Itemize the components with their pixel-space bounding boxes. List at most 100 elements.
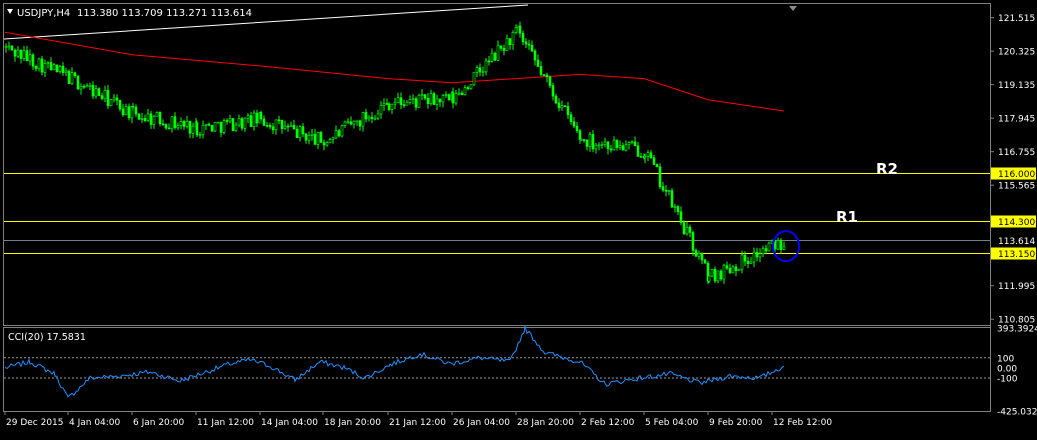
candle-body: [417, 95, 421, 108]
candle-body: [755, 251, 759, 258]
candle-body: [334, 130, 338, 139]
candle-body: [463, 87, 467, 96]
time-tick-label: 29 Dec 2015: [6, 418, 64, 428]
candle-body: [643, 156, 647, 158]
time-tick-label: 26 Jan 04:00: [453, 418, 510, 428]
candle-body: [782, 246, 786, 250]
price-tick-label: 117.945: [998, 115, 1035, 125]
candle-body: [210, 125, 214, 132]
time-tick-label: 28 Jan 20:00: [517, 418, 574, 428]
candle-body: [143, 118, 147, 121]
candle-body: [228, 118, 232, 122]
candle-body: [97, 88, 101, 96]
cci-label: CCI(20) 17.5831: [8, 332, 86, 343]
candle-body: [289, 124, 293, 127]
candle-body: [76, 75, 80, 90]
candle-body: [472, 71, 476, 86]
candle-body: [636, 145, 640, 157]
candle-body: [134, 106, 138, 115]
r1-label: R1: [836, 208, 858, 226]
candle-body: [364, 112, 368, 120]
candle-body: [591, 134, 595, 150]
candle-body: [322, 142, 326, 146]
candle-body: [475, 67, 479, 73]
candle-body: [679, 211, 683, 223]
symbol-label: USDJPY,H4: [17, 8, 70, 19]
candle-body: [337, 130, 341, 137]
candle-body: [630, 141, 634, 144]
candle-body: [316, 132, 320, 145]
candle-body: [758, 253, 762, 258]
time-tick-label: 4 Jan 04:00: [69, 418, 121, 428]
candle-body: [185, 120, 189, 127]
candle-body: [58, 65, 62, 73]
candle-body: [627, 142, 631, 146]
time-tick-label: 18 Jan 20:00: [324, 418, 381, 428]
candle-body: [457, 92, 461, 95]
candle-body: [222, 120, 226, 133]
candle-body: [579, 139, 583, 141]
candle-body: [325, 142, 329, 146]
candle-body: [310, 133, 314, 136]
candle-body: [103, 89, 107, 100]
candle-body: [454, 93, 458, 104]
candle-body: [451, 92, 455, 104]
price-chart[interactable]: 116.000 114.300 113.614 113.150 393.3924 100…: [0, 0, 1037, 436]
candle-body: [624, 144, 628, 151]
candle-body: [70, 72, 74, 84]
candle-body: [307, 134, 311, 141]
candle-body: [277, 119, 281, 122]
candle-body: [572, 121, 576, 127]
chart-background: [0, 0, 1037, 436]
candle-body: [487, 60, 491, 63]
candle-body: [173, 116, 177, 129]
candle-body: [554, 95, 558, 104]
cci-tick-label: 100: [997, 354, 1014, 364]
candle-body: [426, 97, 430, 104]
cci-tick-label: -100: [997, 375, 1018, 385]
candle-body: [716, 270, 720, 282]
candle-body: [688, 226, 692, 233]
candle-body: [249, 115, 253, 127]
candle-body: [551, 85, 555, 97]
candle-body: [545, 74, 549, 78]
candle-body: [484, 60, 488, 73]
candle-body: [361, 112, 365, 127]
candle-body: [539, 66, 543, 75]
time-tick-label: 2 Feb 12:00: [581, 418, 635, 428]
candle-body: [40, 58, 44, 73]
candle-body: [511, 32, 515, 45]
candle-body: [524, 41, 528, 45]
price-tick-label: 119.135: [998, 81, 1035, 91]
candle-body: [761, 248, 765, 255]
candle-body: [697, 252, 701, 257]
chart-window[interactable]: 116.000 114.300 113.614 113.150 393.3924 100…: [0, 0, 1037, 436]
candle-body: [557, 102, 561, 109]
candle-body: [600, 144, 604, 146]
candle-body: [652, 157, 656, 165]
candle-body: [346, 121, 350, 124]
candle-body: [243, 117, 247, 129]
candle-body: [46, 62, 50, 64]
candle-body: [664, 189, 668, 192]
time-tick-label: 12 Feb 12:00: [773, 418, 832, 428]
candle-body: [387, 103, 391, 110]
candle-body: [198, 134, 202, 136]
candle-body: [10, 45, 14, 51]
candle-body: [393, 102, 397, 105]
candle-body: [612, 139, 616, 151]
candle-body: [91, 84, 95, 97]
price-tick-label: 116.755: [998, 148, 1035, 158]
candle-body: [707, 275, 711, 282]
candle-body: [414, 98, 418, 108]
candle-body: [490, 52, 494, 62]
candle-body: [569, 114, 573, 122]
candle-body: [340, 125, 344, 137]
candle-body: [240, 118, 244, 129]
r2-label: R2: [876, 160, 898, 178]
candle-body: [195, 122, 199, 136]
candle-body: [82, 86, 86, 88]
candle-body: [649, 152, 653, 158]
ohlc-values: 113.380 113.709 113.271 113.614: [77, 8, 252, 19]
candle-body: [691, 232, 695, 251]
